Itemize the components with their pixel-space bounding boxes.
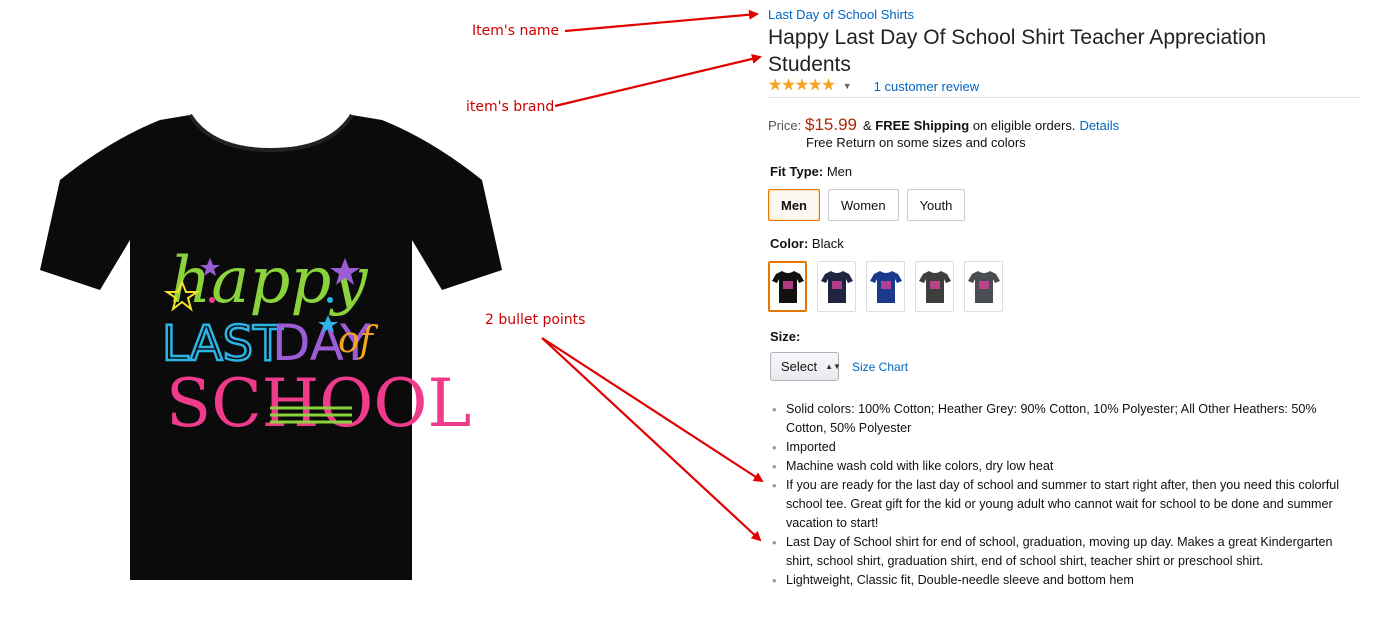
fit-option-youth[interactable]: Youth [906, 189, 966, 221]
free-shipping: FREE Shipping [875, 118, 970, 133]
color-swatch-dark-heather[interactable] [915, 261, 954, 312]
fit-type-options: Men Women Youth [768, 189, 966, 221]
size-select[interactable]: Select ▲▼ [770, 352, 841, 381]
free-return-text: Free Return on some sizes and colors [806, 135, 1026, 150]
list-item: Solid colors: 100% Cotton; Heather Grey:… [770, 400, 1360, 438]
customer-review-link[interactable]: 1 customer review [874, 79, 979, 94]
annotation-item-brand: item's brand [466, 99, 555, 115]
arrow-to-brand-link [564, 9, 759, 33]
size-label: Size: [770, 329, 801, 344]
tshirt-graphic: happy LAST DAY of SCHOOL [40, 113, 502, 580]
color-value: Black [811, 236, 844, 251]
product-image[interactable]: happy LAST DAY of SCHOOL [40, 110, 502, 585]
annotation-bullet-points: 2 bullet points [485, 312, 586, 328]
color-swatch-heather-grey[interactable] [964, 261, 1003, 312]
star-rating[interactable]: ★ ★ ★ ★ ★ [768, 77, 836, 94]
list-item: Imported [770, 438, 1360, 457]
star-icon: ★ [768, 77, 782, 94]
size-chart-link[interactable]: Size Chart [852, 360, 908, 374]
color-swatches [768, 261, 1003, 312]
brand-link[interactable]: Last Day of School Shirts [768, 7, 914, 22]
divider [768, 97, 1360, 98]
product-title: Happy Last Day Of School Shirt Teacher A… [768, 26, 1267, 76]
price-label: Price: [768, 118, 802, 133]
list-item: If you are ready for the last day of sch… [770, 476, 1360, 533]
annotation-item-name: Item's name [472, 23, 560, 39]
list-item: Lightweight, Classic fit, Double-needle … [770, 571, 1360, 590]
fit-type-value: Men [826, 164, 853, 179]
print-school: SCHOOL [166, 365, 471, 442]
size-select-value: Select [781, 359, 818, 374]
arrow-to-bullet-4 [541, 337, 764, 483]
shipping-amp: & [863, 118, 872, 133]
list-item: Last Day of School shirt for end of scho… [770, 533, 1360, 571]
arrow-to-title [554, 53, 762, 108]
rating-row: ★ ★ ★ ★ ★ ▼ 1 customer review [768, 78, 979, 94]
fit-option-women[interactable]: Women [828, 189, 899, 221]
star-icon: ★ [821, 77, 835, 94]
arrow-to-bullet-5 [541, 337, 762, 542]
price: $15.99 [805, 115, 857, 134]
color-label: Color: Black [770, 236, 844, 251]
feature-bullets: Solid colors: 100% Cotton; Heather Grey:… [770, 400, 1360, 590]
fit-type-label: Fit Type: Men [770, 164, 853, 179]
shipping-tail: on eligible orders. [972, 118, 1076, 133]
chevron-updown-icon: ▲▼ [825, 362, 841, 371]
star-icon: ★ [781, 77, 795, 94]
details-link[interactable]: Details [1079, 118, 1119, 133]
print-last: LAST [162, 316, 283, 372]
list-item: Machine wash cold with like colors, dry … [770, 457, 1360, 476]
print-of: of [338, 320, 379, 361]
color-swatch-black[interactable] [768, 261, 807, 312]
fit-option-men[interactable]: Men [768, 189, 820, 221]
color-swatch-royal-blue[interactable] [866, 261, 905, 312]
chevron-down-icon[interactable]: ▼ [843, 81, 852, 91]
star-icon: ★ [808, 77, 822, 94]
price-row: Price: $15.99 & FREE Shipping on eligibl… [768, 115, 1119, 135]
star-icon: ★ [794, 77, 809, 94]
color-swatch-navy[interactable] [817, 261, 856, 312]
